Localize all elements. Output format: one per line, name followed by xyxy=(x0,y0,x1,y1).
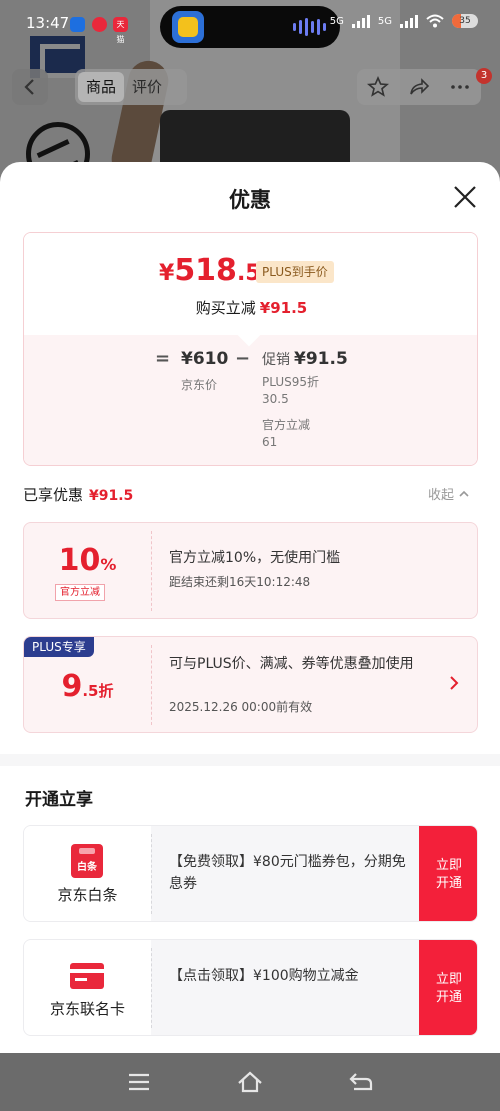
product-tabs: 商品 评价 xyxy=(75,69,187,105)
plus-exclusive-ribbon: PLUS专享 xyxy=(24,637,94,657)
tab-product[interactable]: 商品 xyxy=(78,72,125,102)
status-bar: 13:47 天猫 5G 5G 35 xyxy=(0,0,500,48)
price-breakdown-card: ¥518.5 PLUS到手价 购买立减 ¥91.5 = ¥610 京东价 − 促销… xyxy=(23,232,478,466)
promo-item-plus: PLUS95折 30.5 xyxy=(262,374,319,408)
chevron-up-icon xyxy=(459,490,469,497)
chevron-left-icon xyxy=(24,79,34,95)
wifi-icon xyxy=(426,14,444,28)
game-app-icon xyxy=(172,11,204,43)
reduction-value: ¥91.5 xyxy=(259,299,308,317)
signal-icon-2 xyxy=(400,14,418,28)
minus-sign: − xyxy=(235,348,251,369)
promotion-total: 促销 ¥91.5 xyxy=(262,349,348,369)
promo-item-value: 30.5 xyxy=(262,392,289,406)
discount-sheet: 优惠 ¥518.5 PLUS到手价 购买立减 ¥91.5 = ¥610 京东价 −… xyxy=(0,162,500,1053)
app-icon-3: 天猫 xyxy=(113,17,128,44)
final-price: ¥518.5 xyxy=(159,253,261,288)
plus-price-tag: PLUS到手价 xyxy=(256,261,334,283)
product-actions xyxy=(357,69,481,105)
app-icon-1 xyxy=(70,17,85,32)
network-type-1: 5G xyxy=(329,15,344,27)
coupon-amount-unit: % xyxy=(100,555,117,574)
promo-item-value: 61 xyxy=(262,435,278,449)
enjoyed-discount-header: 已享优惠 ¥91.5 xyxy=(23,484,133,505)
credit-card-icon xyxy=(70,963,104,989)
enjoyed-value: ¥91.5 xyxy=(89,488,134,504)
audio-wave-icon xyxy=(293,18,326,36)
collapse-button[interactable]: 收起 xyxy=(428,484,470,503)
status-time: 13:47 xyxy=(26,14,70,32)
coupon-amount-num: 10 xyxy=(58,543,101,578)
enjoyed-label: 已享优惠 xyxy=(23,486,84,504)
coupon-official-discount: 10% 官方立减 官方立减10%，无使用门槛 距结束还剩16天10:12:48 xyxy=(23,522,478,619)
coupon-amount: 9.5折 xyxy=(24,669,151,704)
chevron-right-icon xyxy=(450,676,459,690)
final-price-yen: ¥ xyxy=(159,261,175,286)
battery-level: 35 xyxy=(459,16,471,26)
promotion-value: ¥91.5 xyxy=(294,349,348,369)
back-button[interactable] xyxy=(12,69,48,105)
open-now-button[interactable]: 立即开通 xyxy=(419,940,477,1035)
dynamic-island[interactable] xyxy=(160,6,340,48)
offer-name: 京东白条 xyxy=(57,886,118,904)
system-nav-bar xyxy=(0,1053,500,1111)
offer-name: 京东联名卡 xyxy=(49,1000,125,1018)
coupon-countdown: 距结束还剩16天10:12:48 xyxy=(169,575,311,589)
section-divider xyxy=(0,754,500,766)
app-icon-2 xyxy=(92,17,107,32)
signal-icon xyxy=(351,14,370,28)
coupon-tag: 官方立减 xyxy=(55,584,105,601)
promo-item-label: 官方立减 xyxy=(262,418,311,432)
offer-cobrand-card[interactable]: 京东联名卡 【点击领取】¥100购物立减金 立即开通 xyxy=(23,939,478,1036)
baitiao-icon: 白条 xyxy=(71,844,103,878)
message-badge: 3 xyxy=(476,68,492,84)
share-icon[interactable] xyxy=(407,75,431,99)
sheet-title: 优惠 xyxy=(229,188,271,212)
reduction-label: 购买立减 xyxy=(195,299,256,317)
offer-text: 【点击领取】¥100购物立减金 xyxy=(169,968,359,984)
final-price-int: 518 xyxy=(174,253,237,288)
more-icon[interactable] xyxy=(448,75,472,99)
coupon-amount: 10% xyxy=(24,543,151,578)
close-icon[interactable] xyxy=(452,184,478,210)
coupon-amount-unit: .5折 xyxy=(82,682,114,700)
coupon-plus-exclusive[interactable]: PLUS专享 9.5折 可与PLUS价、满减、券等优惠叠加使用 2025.12.… xyxy=(23,636,478,733)
offer-baitiao[interactable]: 白条 京东白条 【免费领取】¥80元门槛券包，分期免息券 立即开通 xyxy=(23,825,478,922)
promotion-label: 促销 xyxy=(262,352,290,368)
original-price: ¥610 xyxy=(181,349,229,369)
collapse-label: 收起 xyxy=(428,488,455,503)
promo-item-label: PLUS95折 xyxy=(262,375,319,389)
tab-reviews[interactable]: 评价 xyxy=(124,72,170,102)
promo-item-official: 官方立减 61 xyxy=(262,417,310,451)
back-icon[interactable] xyxy=(348,1069,374,1095)
home-icon[interactable] xyxy=(237,1069,263,1095)
coupon-validity: 2025.12.26 00:00前有效 xyxy=(169,700,313,714)
coupon-text: 可与PLUS价、满减、券等优惠叠加使用 xyxy=(169,656,414,672)
original-price-label: 京东价 xyxy=(181,378,218,392)
open-now-button[interactable]: 立即开通 xyxy=(419,826,477,921)
equals-sign: = xyxy=(155,348,171,369)
purchase-reduction: 购买立减 ¥91.5 xyxy=(24,297,477,318)
offer-text: 【免费领取】¥80元门槛券包，分期免息券 xyxy=(169,854,406,892)
coupon-amount-num: 9 xyxy=(61,669,83,704)
network-type-2: 5G xyxy=(377,15,392,27)
battery-icon: 35 xyxy=(452,14,478,28)
star-icon[interactable] xyxy=(366,75,390,99)
menu-icon[interactable] xyxy=(126,1069,152,1095)
status-indicators: 5G 5G 35 xyxy=(330,14,478,28)
coupon-text: 官方立减10%，无使用门槛 xyxy=(169,550,341,566)
open-section-title: 开通立享 xyxy=(25,790,93,810)
